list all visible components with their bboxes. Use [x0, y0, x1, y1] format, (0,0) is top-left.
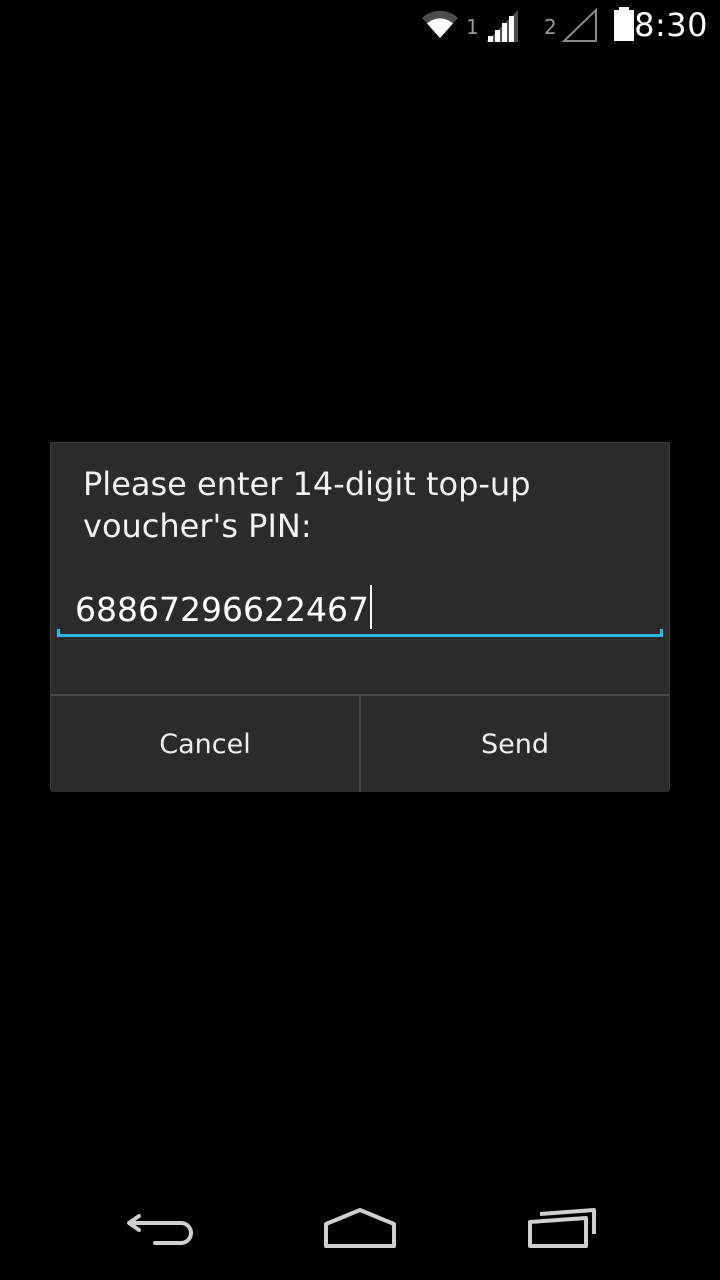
dialog-message: Please enter 14-digit top-up voucher's P… — [83, 465, 531, 545]
back-button[interactable] — [110, 1198, 210, 1258]
recent-apps-icon — [528, 1208, 596, 1248]
signal-sim1-icon — [486, 10, 518, 42]
battery-icon — [614, 7, 634, 41]
recent-apps-button[interactable] — [512, 1198, 612, 1258]
cancel-button[interactable]: Cancel — [51, 696, 359, 792]
navigation-bar — [0, 1184, 720, 1280]
pin-input-value: 68867296622467 — [75, 585, 372, 629]
back-icon — [127, 1214, 193, 1245]
status-bar: 1 2 8:30 — [0, 0, 720, 50]
pin-dialog: Please enter 14-digit top-up voucher's P… — [50, 442, 670, 792]
sim1-label: 1 — [466, 15, 479, 39]
home-icon — [324, 1208, 396, 1248]
send-button[interactable]: Send — [361, 696, 669, 792]
pin-input-underline — [57, 629, 663, 637]
wifi-icon — [422, 10, 458, 38]
clock: 8:30 — [634, 6, 708, 44]
sim2-label: 2 — [544, 15, 557, 39]
screen: 1 2 8:30 Please enter 14-digit top-up vo… — [0, 0, 720, 1280]
pin-input[interactable]: 68867296622467 — [57, 571, 663, 637]
signal-sim2-icon — [562, 8, 597, 42]
home-button[interactable] — [310, 1198, 410, 1258]
dialog-button-bar: Cancel Send — [51, 694, 669, 792]
